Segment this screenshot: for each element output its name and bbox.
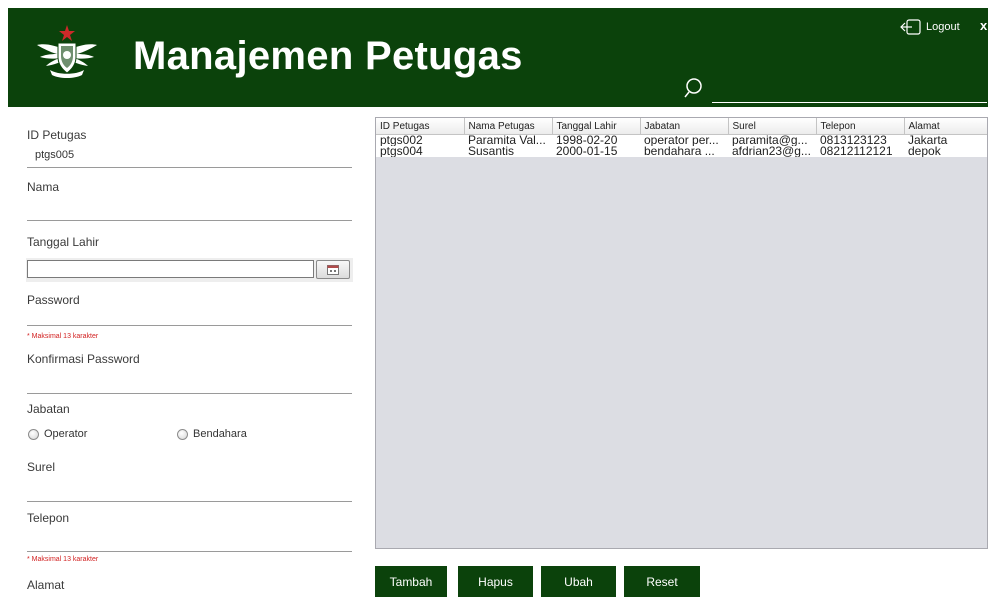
table-header-row: ID Petugas Nama Petugas Tanggal Lahir Ja… xyxy=(376,118,987,135)
close-button[interactable]: x xyxy=(980,18,987,33)
nama-input[interactable] xyxy=(27,200,352,221)
radio-operator-label: Operator xyxy=(44,428,88,440)
nama-label: Nama xyxy=(27,180,60,194)
surel-input[interactable] xyxy=(27,481,352,502)
table-cell: paramita@g... xyxy=(728,134,816,146)
column-header-nama[interactable]: Nama Petugas xyxy=(464,118,553,135)
id-petugas-label: ID Petugas xyxy=(27,128,87,142)
petugas-table-panel[interactable]: ID Petugas Nama Petugas Tanggal Lahir Ja… xyxy=(375,117,988,549)
radio-operator-dot[interactable] xyxy=(28,428,39,440)
logout-label: Logout xyxy=(926,21,960,33)
telepon-label: Telepon xyxy=(27,511,70,525)
tanggal-lahir-input[interactable] xyxy=(27,260,314,278)
radio-bendahara-dot[interactable] xyxy=(177,428,188,440)
petugas-table[interactable]: ID Petugas Nama Petugas Tanggal Lahir Ja… xyxy=(376,118,987,157)
table-row[interactable]: ptgs004 Susantis 2000-01-15 bendahara ..… xyxy=(376,146,987,157)
table-row[interactable]: ptgs002 Paramita Val... 1998-02-20 opera… xyxy=(376,134,987,146)
telepon-input[interactable] xyxy=(27,531,352,552)
radio-operator[interactable]: Operator xyxy=(28,428,87,440)
search-icon[interactable] xyxy=(683,76,707,100)
column-header-alamat[interactable]: Alamat xyxy=(904,118,987,135)
table-cell: depok xyxy=(904,146,987,157)
column-header-surel[interactable]: Surel xyxy=(728,118,817,135)
app-header: Manajemen Petugas Logout x xyxy=(8,8,988,107)
column-header-jabatan[interactable]: Jabatan xyxy=(640,118,729,135)
table-cell: ptgs002 xyxy=(376,134,464,146)
table-cell: bendahara ... xyxy=(640,146,728,157)
id-petugas-value: ptgs005 xyxy=(35,149,75,161)
table-cell: Paramita Val... xyxy=(464,134,552,146)
table-cell: afdrian23@g... xyxy=(728,146,816,157)
emblem-logo-icon xyxy=(37,25,97,78)
surel-label: Surel xyxy=(27,460,56,474)
hapus-button[interactable]: Hapus xyxy=(458,566,533,597)
logout-icon xyxy=(900,19,921,35)
page-title: Manajemen Petugas xyxy=(133,34,523,78)
table-cell: Susantis xyxy=(464,146,552,157)
window-top-margin xyxy=(0,0,988,8)
table-cell: Jakarta xyxy=(904,134,987,146)
ubah-button[interactable]: Ubah xyxy=(541,566,616,597)
password-input[interactable] xyxy=(27,305,352,326)
table-cell: operator per... xyxy=(640,134,728,146)
reset-button[interactable]: Reset xyxy=(624,566,700,597)
konfirmasi-password-input[interactable] xyxy=(27,373,352,394)
password-max-note: * Maksimal 13 karakter xyxy=(27,333,99,340)
table-cell: 2000-01-15 xyxy=(552,146,640,157)
column-header-telepon[interactable]: Telepon xyxy=(816,118,905,135)
search-input[interactable] xyxy=(712,78,987,103)
calendar-icon xyxy=(327,264,339,275)
calendar-button[interactable] xyxy=(316,260,350,279)
table-cell: 08212112121 xyxy=(816,146,904,157)
radio-bendahara[interactable]: Bendahara xyxy=(177,428,247,440)
tanggal-lahir-label: Tanggal Lahir xyxy=(27,235,100,249)
tambah-button[interactable]: Tambah xyxy=(375,566,447,597)
id-petugas-underline xyxy=(27,167,352,168)
table-cell: 0813123123 xyxy=(816,134,904,146)
radio-bendahara-label: Bendahara xyxy=(193,428,247,440)
column-header-id[interactable]: ID Petugas xyxy=(376,118,465,135)
logout-button[interactable]: Logout xyxy=(900,17,960,37)
table-cell: 1998-02-20 xyxy=(552,134,640,146)
telepon-max-note: * Maksimal 13 karakter xyxy=(27,556,99,563)
table-cell: ptgs004 xyxy=(376,146,464,157)
alamat-label: Alamat xyxy=(27,578,65,592)
column-header-tanggal[interactable]: Tanggal Lahir xyxy=(552,118,641,135)
jabatan-label: Jabatan xyxy=(27,402,70,416)
konfirmasi-password-label: Konfirmasi Password xyxy=(27,352,140,366)
